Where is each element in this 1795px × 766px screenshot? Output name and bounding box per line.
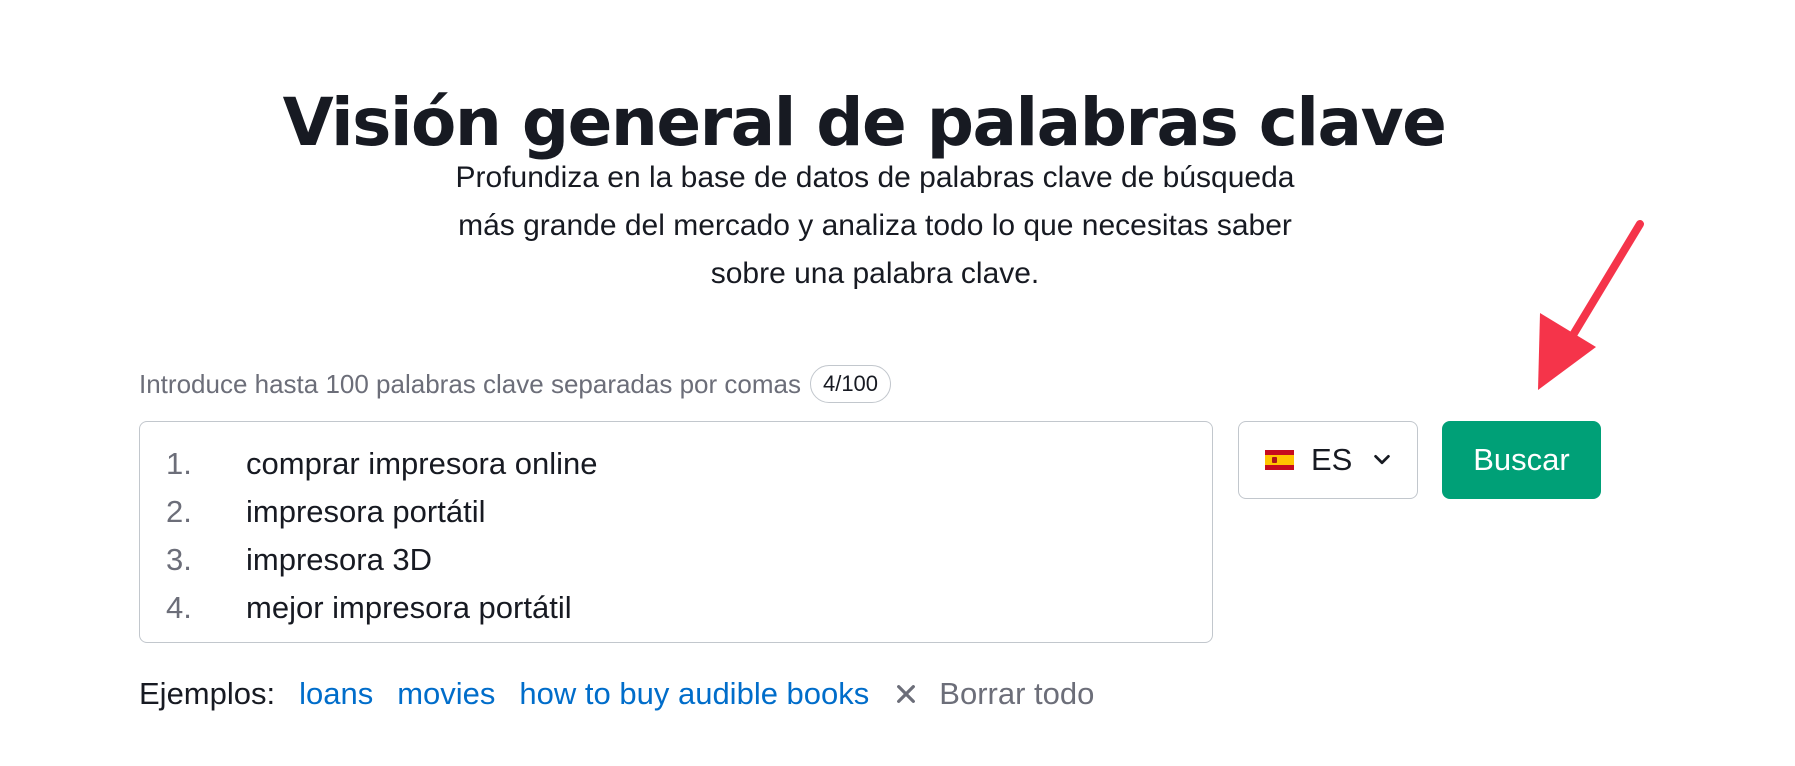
close-icon[interactable] [895, 683, 917, 705]
search-button[interactable]: Buscar [1442, 421, 1601, 499]
keywords-hint-row: Introduce hasta 100 palabras clave separ… [139, 364, 892, 404]
keyword-line: 2. impresora portátil [140, 488, 1212, 536]
line-number: 1. [166, 446, 192, 481]
subtitle-line: Profundiza en la base de datos de palabr… [455, 161, 1295, 194]
example-link-audible-books[interactable]: how to buy audible books [519, 676, 869, 712]
line-number: 2. [166, 494, 192, 529]
clear-all-button[interactable]: Borrar todo [939, 676, 1094, 712]
keyword-text: impresora portátil [246, 494, 486, 529]
keyword-line: 1. comprar impresora online [140, 440, 1212, 488]
database-select[interactable]: ES [1238, 421, 1418, 499]
red-arrow-icon [1538, 220, 1644, 390]
examples-label: Ejemplos: [139, 676, 276, 711]
keywords-textarea[interactable]: 1. comprar impresora online 2. impresora… [139, 421, 1213, 643]
chevron-down-icon [1374, 454, 1391, 465]
example-link-movies[interactable]: movies [397, 676, 495, 712]
line-number: 3. [166, 542, 192, 577]
keyword-text: mejor impresora portátil [246, 590, 572, 625]
line-number: 4. [166, 590, 192, 625]
subtitle-line: más grande del mercado y analiza todo lo… [458, 209, 1292, 242]
keyword-line: 3. impresora 3D [140, 536, 1212, 584]
database-code: ES [1311, 442, 1353, 477]
keyword-counter-badge: 4/100 [809, 365, 892, 403]
keyword-text: impresora 3D [246, 542, 433, 577]
keyword-line: 4. mejor impresora portátil [140, 584, 1212, 632]
keywords-hint: Introduce hasta 100 palabras clave separ… [139, 368, 801, 399]
subtitle-line: sobre una palabra clave. [710, 257, 1040, 290]
spain-flag-icon [1265, 450, 1294, 470]
keyword-text: comprar impresora online [246, 446, 598, 481]
examples-row: Ejemplos: loans movies how to buy audibl… [139, 672, 1094, 716]
page-subtitle: Profundiza en la base de datos de palabr… [360, 154, 1390, 298]
example-link-loans[interactable]: loans [299, 676, 373, 712]
